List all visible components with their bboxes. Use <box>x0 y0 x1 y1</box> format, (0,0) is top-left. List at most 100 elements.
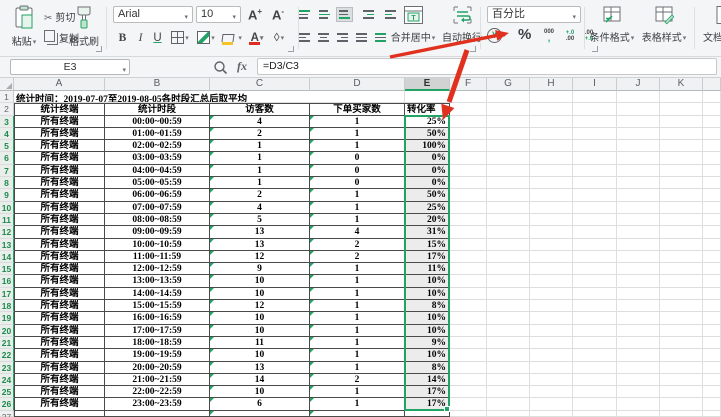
cell-D13[interactable]: 2 <box>310 239 405 251</box>
cell-A27[interactable] <box>14 411 105 417</box>
cell-X12[interactable] <box>703 226 721 238</box>
cell-H27[interactable] <box>530 411 573 417</box>
align-bottom-button[interactable] <box>336 7 353 22</box>
align-right-button[interactable] <box>334 30 351 45</box>
cell-K22[interactable] <box>660 349 703 361</box>
decrease-indent-button[interactable] <box>360 7 377 22</box>
cell-K16[interactable] <box>660 275 703 287</box>
cell-E17[interactable]: 10% <box>405 288 450 300</box>
cell-E25[interactable]: 17% <box>405 386 450 398</box>
cell-B10[interactable]: 07:00~07:59 <box>105 202 210 214</box>
cell-C5[interactable]: 1 <box>210 140 310 152</box>
cell-F20[interactable] <box>450 325 487 337</box>
cell-A8[interactable]: 所有终端 <box>14 177 105 189</box>
row-header-1[interactable]: 1 <box>0 91 14 103</box>
cell-G23[interactable] <box>487 362 530 374</box>
cell-F25[interactable] <box>450 386 487 398</box>
cell-K18[interactable] <box>660 300 703 312</box>
cell-B14[interactable]: 11:00~11:59 <box>105 251 210 263</box>
cell-C19[interactable]: 10 <box>210 312 310 324</box>
clipboard-dialog-launcher[interactable] <box>96 46 102 52</box>
row-header-21[interactable]: 21 <box>0 337 14 349</box>
cell-K1[interactable] <box>660 91 703 103</box>
cell-E16[interactable]: 10% <box>405 275 450 287</box>
cell-J20[interactable] <box>617 325 660 337</box>
cell-F8[interactable] <box>450 177 487 189</box>
cell-K15[interactable] <box>660 263 703 275</box>
cell-D23[interactable]: 1 <box>310 362 405 374</box>
cell-H9[interactable] <box>530 189 573 201</box>
row-header-11[interactable]: 11 <box>0 214 14 226</box>
cell-I4[interactable] <box>573 128 617 140</box>
doc-assistant-button[interactable]: 文档助手 <box>698 5 721 44</box>
cell-A15[interactable]: 所有终端 <box>14 263 105 275</box>
cell-F18[interactable] <box>450 300 487 312</box>
cell-A26[interactable]: 所有终端 <box>14 398 105 410</box>
cell-J19[interactable] <box>617 312 660 324</box>
cell-B21[interactable]: 18:00~18:59 <box>105 337 210 349</box>
cell-H5[interactable] <box>530 140 573 152</box>
cell-E13[interactable]: 15% <box>405 239 450 251</box>
cell-D14[interactable]: 2 <box>310 251 405 263</box>
cell-A1[interactable]: 统计时间：2019-07-07至2019-08-05各时段汇总后取平均 <box>14 91 405 103</box>
cell-D3[interactable]: 1 <box>310 116 405 128</box>
cell-K4[interactable] <box>660 128 703 140</box>
cell-F4[interactable] <box>450 128 487 140</box>
cell-B11[interactable]: 08:00~08:59 <box>105 214 210 226</box>
cell-C4[interactable]: 2 <box>210 128 310 140</box>
cell-K12[interactable] <box>660 226 703 238</box>
cell-E10[interactable]: 25% <box>405 202 450 214</box>
cell-C24[interactable]: 14 <box>210 374 310 386</box>
cell-J9[interactable] <box>617 189 660 201</box>
cell-G4[interactable] <box>487 128 530 140</box>
cell-C15[interactable]: 9 <box>210 263 310 275</box>
cell-B15[interactable]: 12:00~12:59 <box>105 263 210 275</box>
cell-K24[interactable] <box>660 374 703 386</box>
cell-G17[interactable] <box>487 288 530 300</box>
cell-K27[interactable] <box>660 411 703 417</box>
cell-X9[interactable] <box>703 189 721 201</box>
cell-F26[interactable] <box>450 398 487 410</box>
cell-G10[interactable] <box>487 202 530 214</box>
cell-J21[interactable] <box>617 337 660 349</box>
column-header-E[interactable]: E <box>405 78 450 91</box>
cell-X10[interactable] <box>703 202 721 214</box>
cell-C13[interactable]: 13 <box>210 239 310 251</box>
cell-I2[interactable] <box>573 103 617 115</box>
row-header-13[interactable]: 13 <box>0 239 14 251</box>
cell-D5[interactable]: 1 <box>310 140 405 152</box>
cell-I17[interactable] <box>573 288 617 300</box>
cell-K3[interactable] <box>660 116 703 128</box>
cell-G14[interactable] <box>487 251 530 263</box>
cell-B7[interactable]: 04:00~04:59 <box>105 165 210 177</box>
cell-A18[interactable]: 所有终端 <box>14 300 105 312</box>
cell-D9[interactable]: 1 <box>310 189 405 201</box>
cell-D8[interactable]: 0 <box>310 177 405 189</box>
cell-F16[interactable] <box>450 275 487 287</box>
cell-E23[interactable]: 8% <box>405 362 450 374</box>
cell-J11[interactable] <box>617 214 660 226</box>
cell-X26[interactable] <box>703 398 721 410</box>
cell-G2[interactable] <box>487 103 530 115</box>
cell-K5[interactable] <box>660 140 703 152</box>
cell-D27[interactable] <box>310 411 405 417</box>
cell-I15[interactable] <box>573 263 617 275</box>
cell-F27[interactable] <box>450 411 487 417</box>
column-header-J[interactable]: J <box>617 78 660 91</box>
cell-C6[interactable]: 1 <box>210 152 310 164</box>
cell-C25[interactable]: 10 <box>210 386 310 398</box>
cell-H20[interactable] <box>530 325 573 337</box>
cell-H24[interactable] <box>530 374 573 386</box>
cell-I14[interactable] <box>573 251 617 263</box>
cell-F6[interactable] <box>450 152 487 164</box>
row-header-19[interactable]: 19 <box>0 312 14 324</box>
cell-C27[interactable] <box>210 411 310 417</box>
cell-D2[interactable]: 下单买家数 <box>310 103 405 115</box>
row-header-17[interactable]: 17 <box>0 288 14 300</box>
cell-D6[interactable]: 0 <box>310 152 405 164</box>
font-color-button[interactable]: A▾ <box>246 30 268 47</box>
cell-X11[interactable] <box>703 214 721 226</box>
cell-E7[interactable]: 0% <box>405 165 450 177</box>
font-size-select[interactable]: 10▾ <box>196 6 241 23</box>
cell-H14[interactable] <box>530 251 573 263</box>
